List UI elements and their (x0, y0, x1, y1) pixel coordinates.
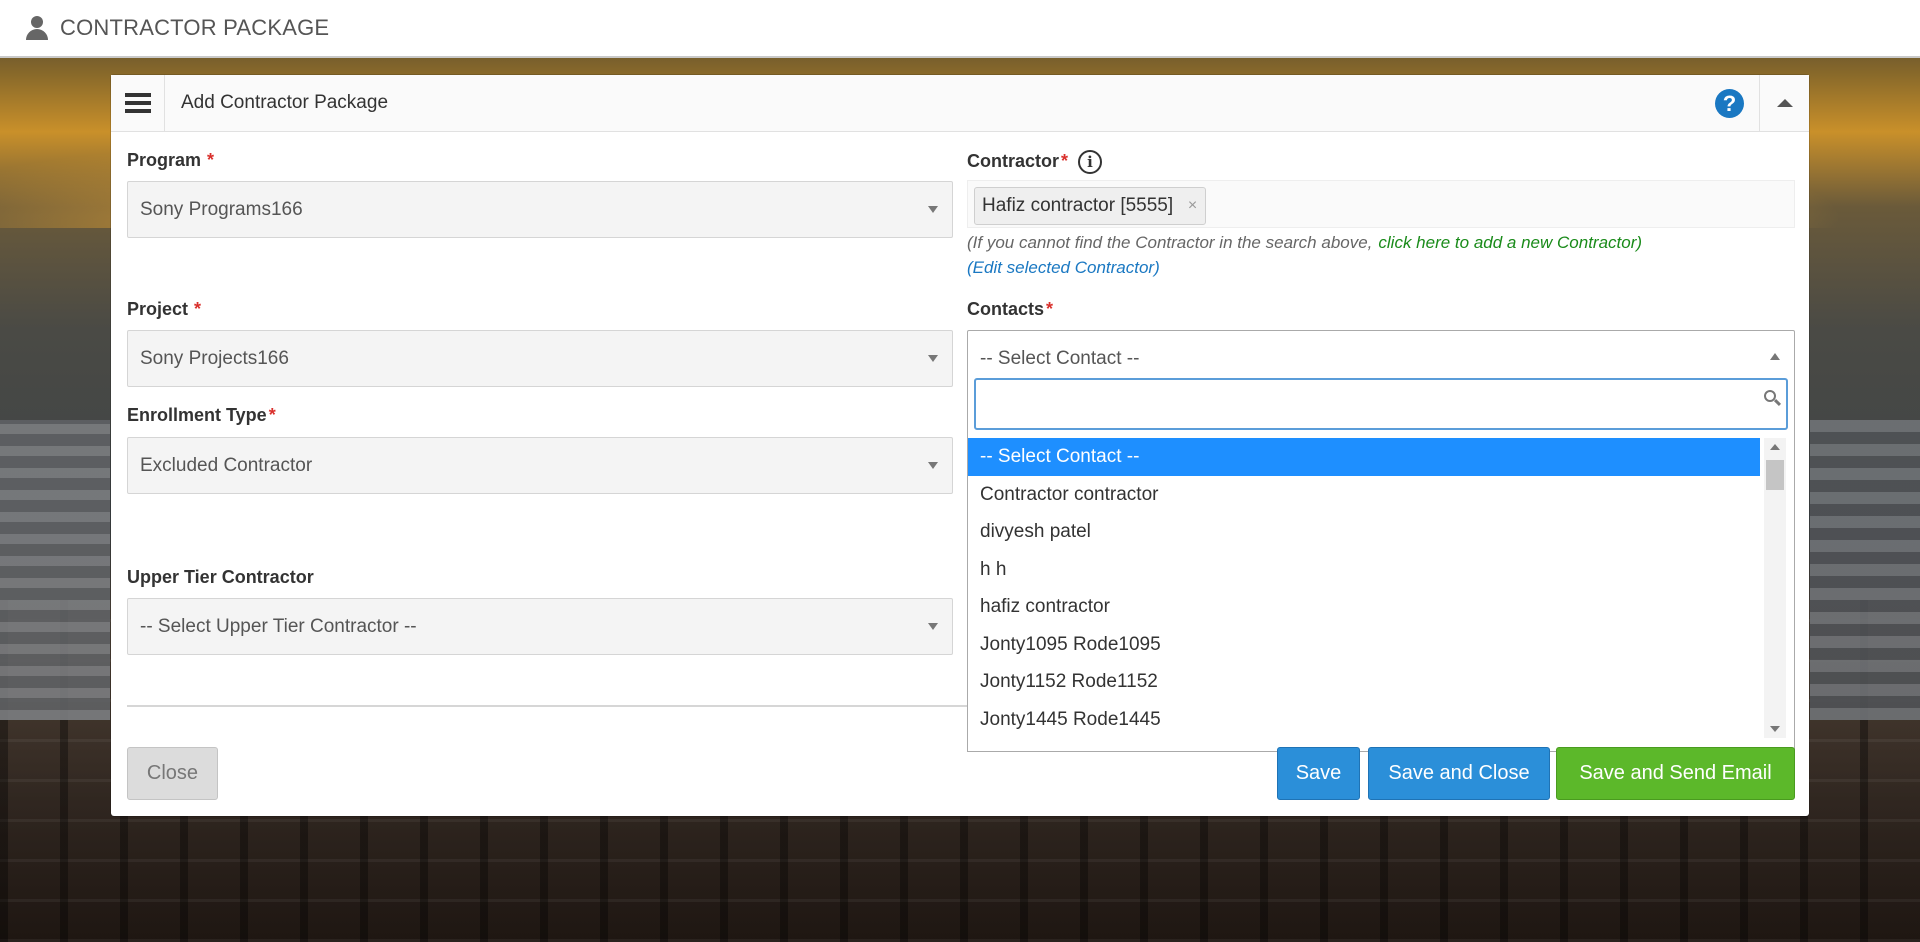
dropdown-scrollbar[interactable] (1764, 438, 1786, 738)
program-label: Program * (127, 150, 214, 171)
contacts-dropdown: -- Select Contact -- Contractor contracto… (967, 372, 1795, 752)
scrollbar-thumb[interactable] (1766, 460, 1784, 490)
selected-contractor-text: Hafiz contractor [5555] (982, 195, 1174, 216)
contact-option[interactable]: Contractor contractor (968, 476, 1760, 514)
caret-up-icon (1770, 353, 1780, 360)
contacts-label: Contacts * (967, 299, 1053, 320)
info-icon[interactable]: i (1078, 150, 1103, 174)
enrollment-type-select[interactable]: Excluded Contractor (127, 437, 953, 494)
contractor-hint-text: (If you cannot find the Contractor in th… (967, 233, 1373, 252)
project-label-text: Project (127, 299, 189, 319)
contact-option[interactable]: -- Select Contact -- (968, 438, 1760, 476)
remove-tag-icon[interactable]: × (1188, 188, 1197, 224)
save-button[interactable]: Save (1277, 747, 1360, 800)
enrollment-type-select-value: Excluded Contractor (140, 454, 313, 476)
hamburger-icon[interactable] (111, 75, 165, 131)
caret-down-icon (928, 462, 938, 469)
edit-contractor-link[interactable]: (Edit selected Contractor) (967, 258, 1160, 278)
caret-down-icon (928, 623, 938, 630)
contractor-label: Contractor * i (967, 150, 1103, 174)
save-and-send-email-button[interactable]: Save and Send Email (1556, 747, 1795, 800)
contact-option[interactable]: divyesh patel (968, 513, 1760, 551)
program-select-value: Sony Programs166 (140, 198, 303, 220)
user-icon (24, 15, 50, 41)
close-button[interactable]: Close (127, 747, 218, 800)
scroll-up-icon[interactable] (1770, 444, 1780, 450)
page-title: CONTRACTOR PACKAGE (60, 15, 330, 40)
background-building-left (0, 420, 110, 720)
selected-contractor-tag: Hafiz contractor [5555] × (974, 187, 1207, 225)
panel-header: Add Contractor Package ? (111, 75, 1809, 132)
form-divider (127, 705, 967, 707)
upper-tier-select-value: -- Select Upper Tier Contractor -- (140, 615, 417, 637)
contacts-select-value: -- Select Contact -- (980, 347, 1140, 369)
contact-option[interactable]: Jonty1095 Rode1095 (968, 626, 1760, 664)
background-building-right (1810, 420, 1920, 720)
panel-title: Add Contractor Package (181, 92, 389, 113)
upper-tier-label: Upper Tier Contractor (127, 567, 314, 587)
caret-down-icon (928, 355, 938, 362)
enrollment-type-label: Enrollment Type * (127, 405, 276, 426)
add-contractor-package-panel: Add Contractor Package ? Program * Sony P… (111, 75, 1809, 816)
program-select[interactable]: Sony Programs166 (127, 181, 953, 238)
save-and-close-button[interactable]: Save and Close (1368, 747, 1550, 800)
contractor-hint: (If you cannot find the Contractor in th… (967, 233, 1642, 253)
contacts-search-input[interactable] (974, 378, 1788, 430)
contractor-label-text: Contractor (967, 150, 1060, 171)
project-select[interactable]: Sony Projects166 (127, 330, 953, 387)
collapse-button[interactable] (1759, 75, 1809, 131)
add-contractor-link[interactable]: click here to add a new Contractor) (1378, 233, 1642, 252)
contractor-multiselect[interactable]: Hafiz contractor [5555] × (967, 180, 1795, 228)
scroll-down-icon[interactable] (1770, 726, 1780, 732)
help-icon[interactable]: ? (1715, 89, 1744, 118)
enrollment-type-label-text: Enrollment Type (127, 405, 267, 425)
contact-option[interactable]: hafiz contractor (968, 588, 1760, 626)
required-mark: * (207, 150, 215, 170)
top-header: CONTRACTOR PACKAGE (0, 0, 1920, 58)
project-label: Project * (127, 299, 201, 320)
contacts-label-text: Contacts (967, 299, 1045, 319)
project-select-value: Sony Projects166 (140, 347, 289, 369)
caret-down-icon (928, 206, 938, 213)
program-label-text: Program (127, 150, 202, 170)
upper-tier-select[interactable]: -- Select Upper Tier Contractor -- (127, 598, 953, 655)
required-mark: * (1046, 299, 1054, 319)
contact-option[interactable]: Jonty1152 Rode1152 (968, 663, 1760, 701)
chevron-up-icon (1776, 99, 1793, 107)
contact-option[interactable]: Jonty1445 Rode1445 (968, 701, 1760, 739)
contacts-options-list: -- Select Contact -- Contractor contracto… (968, 438, 1760, 738)
contact-option[interactable]: h h (968, 551, 1760, 589)
required-mark: * (1061, 150, 1069, 171)
required-mark: * (194, 299, 202, 319)
required-mark: * (268, 405, 276, 425)
